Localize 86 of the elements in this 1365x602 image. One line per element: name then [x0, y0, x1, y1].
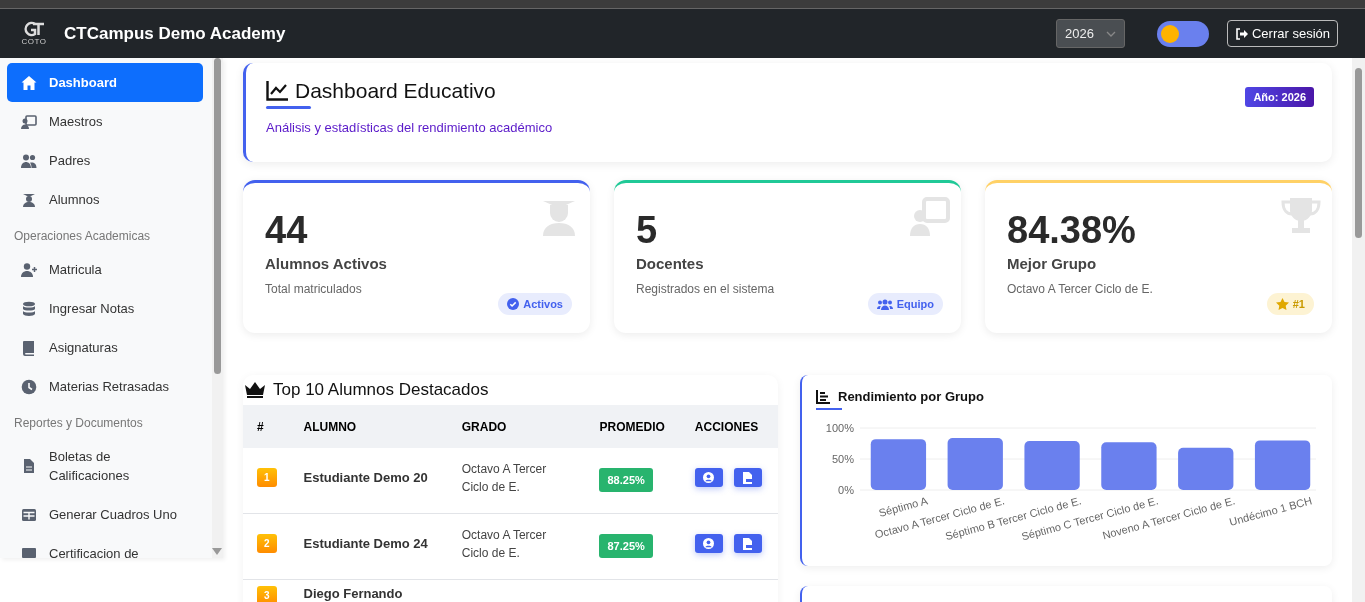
- profile-button[interactable]: [694, 534, 723, 553]
- chart-title: Rendimiento por Grupo: [838, 389, 984, 404]
- average-badge: 87.25%: [599, 534, 654, 558]
- table-icon: [21, 506, 37, 523]
- sidebar-item[interactable]: Materias Retrasadas: [7, 367, 203, 406]
- stat-label: Alumnos Activos: [265, 255, 387, 272]
- file-pdf-icon: [742, 471, 754, 484]
- section-title: Top 10 Alumnos Destacados: [273, 380, 489, 400]
- users-icon: [21, 152, 37, 169]
- status-badge: Equipo: [867, 293, 943, 315]
- rank-badge: 2: [257, 534, 277, 553]
- status-badge: Activos: [498, 293, 572, 315]
- sidebar-item[interactable]: Alumnos: [7, 180, 203, 219]
- profile-button[interactable]: [694, 468, 723, 487]
- logout-icon: [1234, 27, 1248, 40]
- bar-chart-icon: [816, 389, 830, 404]
- sidebar-item[interactable]: Maestros: [7, 102, 203, 141]
- year-select[interactable]: 2026: [1056, 19, 1125, 48]
- sidebar-item[interactable]: Padres: [7, 141, 203, 180]
- column-header: ALUMNO: [289, 405, 448, 448]
- y-tick-label: 0%: [838, 484, 854, 496]
- stat-value: 5: [636, 208, 658, 253]
- trophy-icon: [1281, 196, 1321, 236]
- home-icon: [21, 74, 37, 91]
- y-tick-label: 100%: [825, 422, 854, 434]
- sidebar-heading: Reportes y Documentos: [13, 415, 144, 432]
- y-tick-label: 50%: [831, 453, 854, 465]
- scroll-down-arrow-icon: [212, 548, 222, 555]
- student-name: Diego Fernando: [303, 586, 403, 601]
- logout-button[interactable]: Cerrar sesión: [1226, 20, 1338, 47]
- brand-title[interactable]: CTCampus Demo Academy: [64, 23, 286, 44]
- column-header: ACCIONES: [680, 405, 778, 448]
- grade-cell-text: Octavo A Tercer Ciclo de E.: [461, 461, 548, 496]
- column-header: GRADO: [447, 405, 586, 448]
- file-icon: [21, 458, 37, 474]
- sidebar-heading: Operaciones Academicas: [13, 228, 152, 245]
- page-scrollbar[interactable]: [1352, 58, 1365, 602]
- sidebar-item[interactable]: Ingresar Notas: [7, 289, 203, 328]
- logo: COTO: [20, 21, 48, 46]
- column-header: #: [243, 405, 290, 448]
- users-icon: [876, 298, 893, 310]
- star-icon: [1275, 298, 1289, 310]
- check-circle-icon: [507, 298, 520, 310]
- pdf-button[interactable]: [733, 534, 762, 553]
- crown-icon: [245, 382, 265, 398]
- sidebar-item[interactable]: Certificacion de: [7, 534, 203, 558]
- database-icon: [21, 300, 37, 317]
- stat-value: 44: [265, 208, 308, 253]
- logo-mark-icon: [23, 21, 45, 37]
- sidebar-item[interactable]: Asignaturas: [7, 328, 203, 367]
- stat-label: Docentes: [636, 255, 704, 272]
- line-chart-icon: [266, 81, 288, 101]
- stat-note: Octavo A Tercer Ciclo de E.: [1007, 282, 1153, 296]
- grade-cell-text: Octavo A Tercer Ciclo de E.: [461, 527, 548, 562]
- rank-badge: 3: [257, 586, 277, 602]
- user-plus-icon: [21, 261, 37, 278]
- grad-icon: [21, 191, 37, 208]
- average-badge: 88.25%: [599, 468, 654, 492]
- stat-note: Total matriculados: [265, 282, 362, 296]
- file-pdf-icon: [742, 537, 754, 550]
- chevron-down-icon: [1105, 30, 1116, 37]
- theme-toggle[interactable]: [1156, 20, 1209, 47]
- student-name: Estudiante Demo 20: [303, 470, 428, 485]
- column-header: PROMEDIO: [585, 405, 681, 448]
- clock-icon: [21, 378, 37, 395]
- stat-note: Registrados en el sistema: [636, 282, 775, 296]
- book-icon: [21, 339, 37, 356]
- user-circle-icon: [703, 538, 715, 549]
- teacher-icon: [21, 113, 37, 130]
- sidebar-item[interactable]: Matricula: [7, 250, 203, 289]
- teacher-board-icon: [910, 196, 950, 236]
- stat-value: 84.38%: [1007, 208, 1136, 253]
- certificate-icon: [21, 545, 37, 558]
- pdf-button[interactable]: [733, 468, 762, 487]
- year-badge: Año: 2026: [1245, 87, 1314, 107]
- status-badge: #1: [1266, 293, 1314, 315]
- student-name: Estudiante Demo 24: [303, 536, 428, 551]
- sidebar-item[interactable]: Dashboard: [7, 63, 203, 102]
- page-title: Dashboard Educativo: [295, 79, 496, 103]
- stat-label: Mejor Grupo: [1007, 255, 1097, 272]
- user-circle-icon: [703, 472, 715, 483]
- sidebar-item[interactable]: Boletas de Calificaciones: [7, 437, 203, 495]
- scrollbar[interactable]: [212, 58, 223, 558]
- sidebar-item[interactable]: Generar Cuadros Uno: [7, 495, 203, 534]
- page-subtitle: Análisis y estadísticas del rendimiento académico: [266, 120, 553, 135]
- rank-badge: 1: [257, 468, 277, 487]
